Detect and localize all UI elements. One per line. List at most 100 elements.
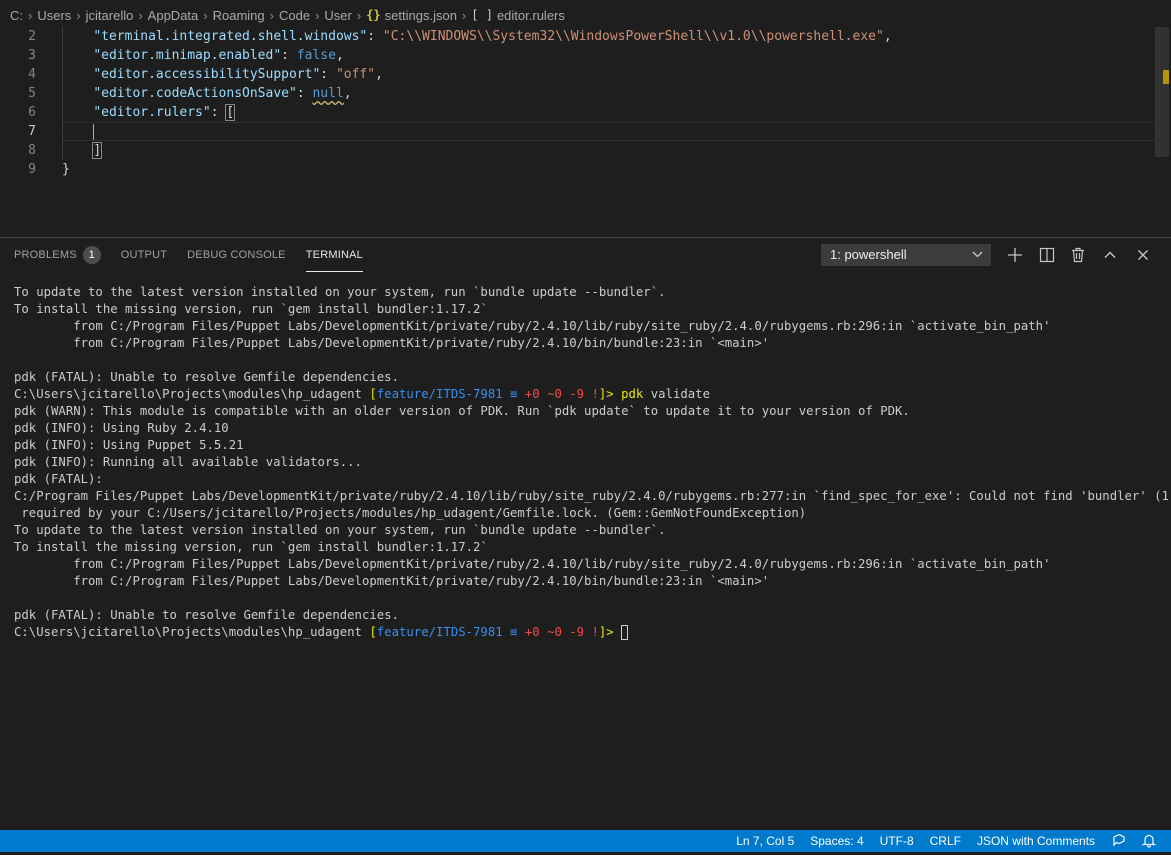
git-status: +0 ~0 -9 ! (524, 625, 599, 639)
prompt-end: ]> (598, 625, 622, 639)
code-line[interactable]: 8 ] (0, 141, 1155, 160)
breadcrumb-symbol[interactable]: editor.rulers (497, 8, 565, 23)
terminal-line: To install the missing version, run `gem… (14, 540, 488, 554)
breadcrumb-item[interactable]: Code (279, 8, 310, 23)
line-number: 6 (28, 105, 36, 120)
bell-icon[interactable] (1141, 832, 1157, 851)
feedback-icon[interactable] (1111, 832, 1127, 851)
code-line[interactable]: 9} (0, 160, 1155, 179)
prompt-bracket: [ (369, 387, 377, 401)
status-language[interactable]: JSON with Comments (977, 834, 1095, 848)
trash-icon[interactable] (1067, 244, 1089, 266)
line-number: 5 (28, 86, 36, 101)
terminal-select[interactable]: 1: powershell (821, 244, 991, 266)
terminal-line: To update to the latest version installe… (14, 285, 666, 299)
chevron-right-icon: › (356, 7, 362, 23)
breadcrumb: C: › Users › jcitarello › AppData › Roaming › Code… (0, 0, 1171, 30)
close-icon[interactable] (1132, 244, 1154, 266)
terminal-line: from C:/Program Files/Puppet Labs/Develo… (14, 557, 1051, 571)
chevron-right-icon: › (28, 7, 33, 23)
terminal-line: required by your C:/Users/jcitarello/Pro… (14, 506, 807, 520)
tab-terminal[interactable]: TERMINAL (305, 238, 363, 272)
editor-scrollbar[interactable] (1155, 27, 1169, 157)
tab-problems[interactable]: PROBLEMS 1 (14, 238, 101, 272)
status-cursor-position[interactable]: Ln 7, Col 5 (736, 834, 794, 848)
chevron-right-icon: › (203, 7, 208, 23)
terminal-line: pdk (INFO): Using Ruby 2.4.10 (14, 421, 229, 435)
breadcrumb-item[interactable]: Users (37, 8, 71, 23)
text-caret (93, 123, 95, 140)
tab-label: OUTPUT (120, 249, 168, 261)
chevron-right-icon: › (269, 7, 274, 23)
code-line[interactable]: 3 "editor.minimap.enabled": false, (0, 46, 1155, 65)
prompt-end: ]> (598, 387, 622, 401)
plus-icon[interactable] (1004, 244, 1026, 266)
status-bar: Ln 7, Col 5 Spaces: 4 UTF-8 CRLF JSON wi… (0, 830, 1171, 852)
code-line[interactable]: 2 "terminal.integrated.shell.windows": "… (0, 27, 1155, 46)
code-line[interactable]: 5 "editor.codeActionsOnSave": null, (0, 84, 1155, 103)
chevron-up-icon[interactable] (1099, 244, 1121, 266)
split-icon[interactable] (1036, 244, 1058, 266)
git-sync-symbol: ≡ (502, 387, 525, 401)
line-number: 8 (28, 143, 36, 158)
command-args: validate (643, 387, 710, 401)
prompt-path: C:\Users\jcitarello\Projects\modules\hp_… (14, 625, 370, 639)
line-number: 3 (28, 48, 36, 63)
terminal-line: pdk (FATAL): Unable to resolve Gemfile d… (14, 370, 399, 384)
line-number: 9 (28, 162, 36, 177)
tab-label: TERMINAL (305, 248, 363, 261)
bottom-panel: PROBLEMS 1 OUTPUT DEBUG CONSOLE TERMINAL 1: … (0, 237, 1171, 831)
terminal-line: pdk (FATAL): Unable to resolve Gemfile d… (14, 608, 399, 622)
json-colon: : (320, 67, 336, 82)
code-line[interactable]: 4 "editor.accessibilitySupport": "off", (0, 65, 1155, 84)
terminal-line: C:/Program Files/Puppet Labs/Development… (14, 489, 1171, 503)
json-colon: : (367, 29, 383, 44)
git-branch: feature/ITDS-7981 (376, 625, 503, 639)
status-encoding[interactable]: UTF-8 (880, 834, 914, 848)
json-value: "off" (335, 67, 376, 82)
code-content: "editor.rulers": [ (62, 103, 236, 122)
terminal-cursor (621, 625, 629, 640)
tab-label: PROBLEMS (14, 249, 77, 261)
problems-count-badge: 1 (82, 246, 101, 264)
code-content: ] (62, 141, 103, 160)
json-close-bracket: } (62, 162, 70, 177)
tab-output[interactable]: OUTPUT (121, 238, 167, 272)
breadcrumb-item[interactable]: User (324, 8, 351, 23)
terminal-line: pdk (FATAL): (14, 472, 103, 486)
json-value: null (312, 86, 344, 101)
json-comma: , (375, 67, 383, 82)
json-file-icon: {} (366, 8, 381, 22)
status-eol[interactable]: CRLF (930, 834, 961, 848)
breadcrumb-item[interactable]: Roaming (213, 8, 265, 23)
code-line[interactable]: 6 "editor.rulers": [ (0, 103, 1155, 122)
json-colon: : (210, 105, 227, 120)
chevron-right-icon: › (315, 7, 320, 23)
code-line[interactable]: 7 (0, 122, 1155, 141)
json-value: false (296, 48, 336, 63)
tab-debug-console[interactable]: DEBUG CONSOLE (187, 238, 286, 272)
code-content (62, 122, 95, 141)
json-value: [ (225, 104, 236, 121)
code-content: } (62, 160, 70, 179)
breadcrumb-item[interactable]: AppData (148, 8, 199, 23)
scrollbar-warning-marker (1163, 70, 1169, 84)
terminal-line: from C:/Program Files/Puppet Labs/Develo… (14, 336, 770, 350)
terminal-line: To update to the latest version installe… (14, 523, 666, 537)
terminal-line: pdk (INFO): Running all available valida… (14, 455, 362, 469)
status-indentation[interactable]: Spaces: 4 (810, 834, 863, 848)
json-close-bracket: ] (92, 142, 103, 159)
json-comma: , (343, 86, 352, 101)
breadcrumb-item[interactable]: C: (10, 8, 23, 23)
breadcrumb-file[interactable]: settings.json (385, 8, 457, 23)
breadcrumb-item[interactable]: jcitarello (86, 8, 134, 23)
chevron-right-icon: › (461, 7, 467, 23)
terminal-line: pdk (INFO): Using Puppet 5.5.21 (14, 438, 244, 452)
json-colon: : (296, 86, 313, 101)
terminal-prompt-line: C:\Users\jcitarello\Projects\modules\hp_… (14, 624, 1164, 641)
code-editor[interactable]: 2 "terminal.integrated.shell.windows": "… (0, 27, 1171, 237)
line-number: 7 (28, 124, 36, 139)
terminal-output[interactable]: To update to the latest version installe… (14, 284, 1171, 641)
